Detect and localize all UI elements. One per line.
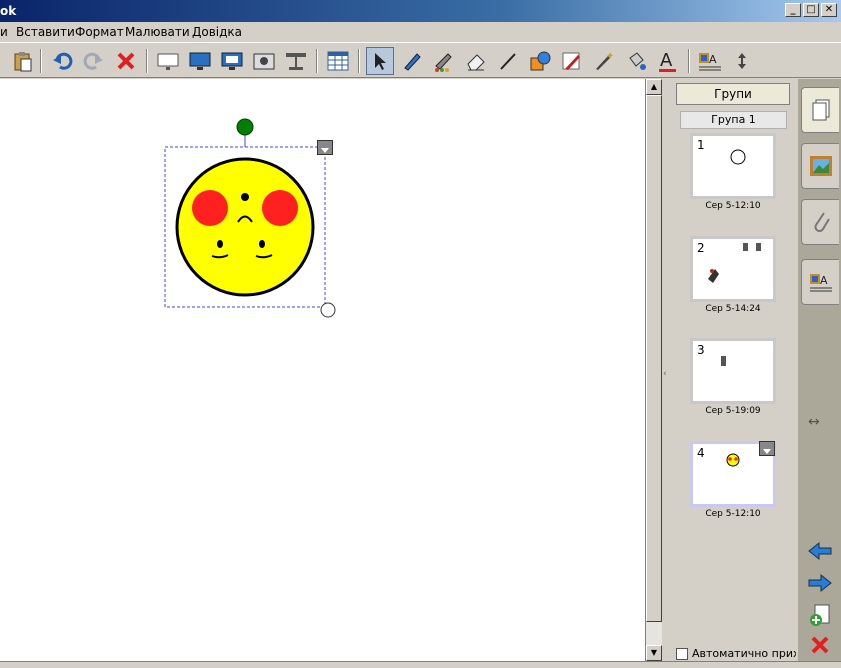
- tab-attachments[interactable]: [801, 199, 839, 245]
- toolbar: ✦ A A: [0, 42, 841, 78]
- page-sorter: Групи Група 1 1 Сер 5-12:10 2 Сер 5-14:2…: [670, 79, 798, 661]
- tab-page-sorter[interactable]: [801, 87, 839, 133]
- menu-draw[interactable]: Малювати: [125, 25, 190, 39]
- resize-panel-icon[interactable]: ↔: [808, 414, 820, 430]
- document-camera-icon[interactable]: [282, 47, 310, 75]
- add-page-button[interactable]: [806, 603, 834, 627]
- text-icon[interactable]: A: [654, 47, 682, 75]
- menu-format[interactable]: Формат: [75, 25, 124, 39]
- pen-icon[interactable]: [398, 47, 426, 75]
- delete-icon: [811, 636, 829, 654]
- object-menu-button[interactable]: [317, 140, 333, 155]
- redo-icon[interactable]: [80, 47, 108, 75]
- pages-icon: [812, 99, 829, 121]
- status-bar: [0, 661, 841, 668]
- auto-hide-option[interactable]: Автоматично прихо: [676, 647, 796, 660]
- page-date: Сер 5-12:10: [705, 509, 761, 519]
- shapes-icon[interactable]: [526, 47, 554, 75]
- scroll-up-button[interactable]: ▲: [646, 79, 662, 95]
- auto-hide-checkbox[interactable]: [676, 647, 688, 660]
- camera-icon[interactable]: [250, 47, 278, 75]
- arrow-right-icon: [808, 573, 832, 593]
- menu-insert[interactable]: Вставити: [16, 25, 75, 39]
- gallery-icon: [809, 156, 832, 176]
- menu-bar: и Вставити Формат Малювати Довідка: [0, 22, 841, 42]
- window-controls: _ □ ✕: [785, 3, 837, 17]
- scroll-thumb[interactable]: [646, 95, 662, 622]
- title-bar[interactable]: ok _ □ ✕: [0, 0, 841, 22]
- capture-icon[interactable]: [218, 47, 246, 75]
- window-title: ok: [0, 4, 17, 18]
- select-icon[interactable]: [366, 47, 394, 75]
- previous-page-button[interactable]: [806, 539, 834, 563]
- whiteboard-canvas[interactable]: [0, 79, 646, 661]
- groups-button[interactable]: Групи: [676, 83, 790, 105]
- minimize-button[interactable]: _: [785, 3, 801, 17]
- paste-icon[interactable]: [8, 47, 36, 75]
- fill-icon[interactable]: [622, 47, 650, 75]
- properties-icon[interactable]: A: [696, 47, 724, 75]
- close-button[interactable]: ✕: [821, 3, 837, 17]
- delete-page-button[interactable]: [806, 633, 834, 657]
- undo-icon[interactable]: [48, 47, 76, 75]
- add-page-icon: [810, 604, 830, 626]
- page-thumbnail[interactable]: 1 Сер 5-12:10: [690, 133, 776, 211]
- tab-gallery[interactable]: [801, 143, 839, 189]
- next-page-button[interactable]: [806, 571, 834, 595]
- menu-view[interactable]: и: [0, 25, 8, 39]
- menu-help[interactable]: Довідка: [192, 25, 242, 39]
- rotate-handle[interactable]: [236, 118, 254, 136]
- sparkle-pen-icon[interactable]: ✦: [590, 47, 618, 75]
- panel-splitter[interactable]: ‹: [662, 79, 670, 661]
- scroll-down-button[interactable]: ▼: [646, 645, 662, 661]
- line-icon[interactable]: [494, 47, 522, 75]
- group-label[interactable]: Група 1: [680, 111, 787, 129]
- move-toolbar-icon[interactable]: [728, 47, 756, 75]
- svg-text:A: A: [709, 53, 717, 66]
- page-thumbnail[interactable]: 3 Сер 5-19:09: [690, 338, 776, 416]
- page-date: Сер 5-19:09: [705, 406, 761, 416]
- resize-handle[interactable]: [320, 302, 336, 318]
- svg-text:A: A: [820, 274, 828, 287]
- page-menu-button[interactable]: [759, 441, 775, 456]
- page-date: Сер 5-14:24: [705, 304, 761, 314]
- table-icon[interactable]: [324, 47, 352, 75]
- screen-shade-icon[interactable]: [154, 47, 182, 75]
- maximize-button[interactable]: □: [803, 3, 819, 17]
- page-thumbnail[interactable]: 2 Сер 5-14:24: [690, 236, 776, 314]
- vertical-scrollbar[interactable]: ▲ ▼: [646, 79, 662, 661]
- properties-icon: A: [809, 274, 832, 292]
- magic-pen-icon[interactable]: [558, 47, 586, 75]
- tab-properties[interactable]: A: [801, 259, 839, 305]
- smart-notebook-window: ok _ □ ✕ и Вставити Формат Малювати Дові…: [0, 0, 841, 668]
- eraser-icon[interactable]: [462, 47, 490, 75]
- auto-hide-label: Автоматично прихо: [692, 647, 796, 660]
- delete-icon[interactable]: [112, 47, 140, 75]
- smiley-face[interactable]: [175, 157, 315, 297]
- page-thumbnail-selected[interactable]: 4 Сер 5-12:10: [690, 441, 776, 519]
- svg-text:A: A: [660, 50, 673, 71]
- side-tabs: A ↔: [798, 79, 841, 661]
- full-screen-icon[interactable]: [186, 47, 214, 75]
- arrow-left-icon: [808, 541, 832, 561]
- creative-pen-icon[interactable]: [430, 47, 458, 75]
- page-date: Сер 5-12:10: [705, 201, 761, 211]
- svg-text:✦: ✦: [606, 51, 614, 62]
- paperclip-icon: [814, 212, 830, 232]
